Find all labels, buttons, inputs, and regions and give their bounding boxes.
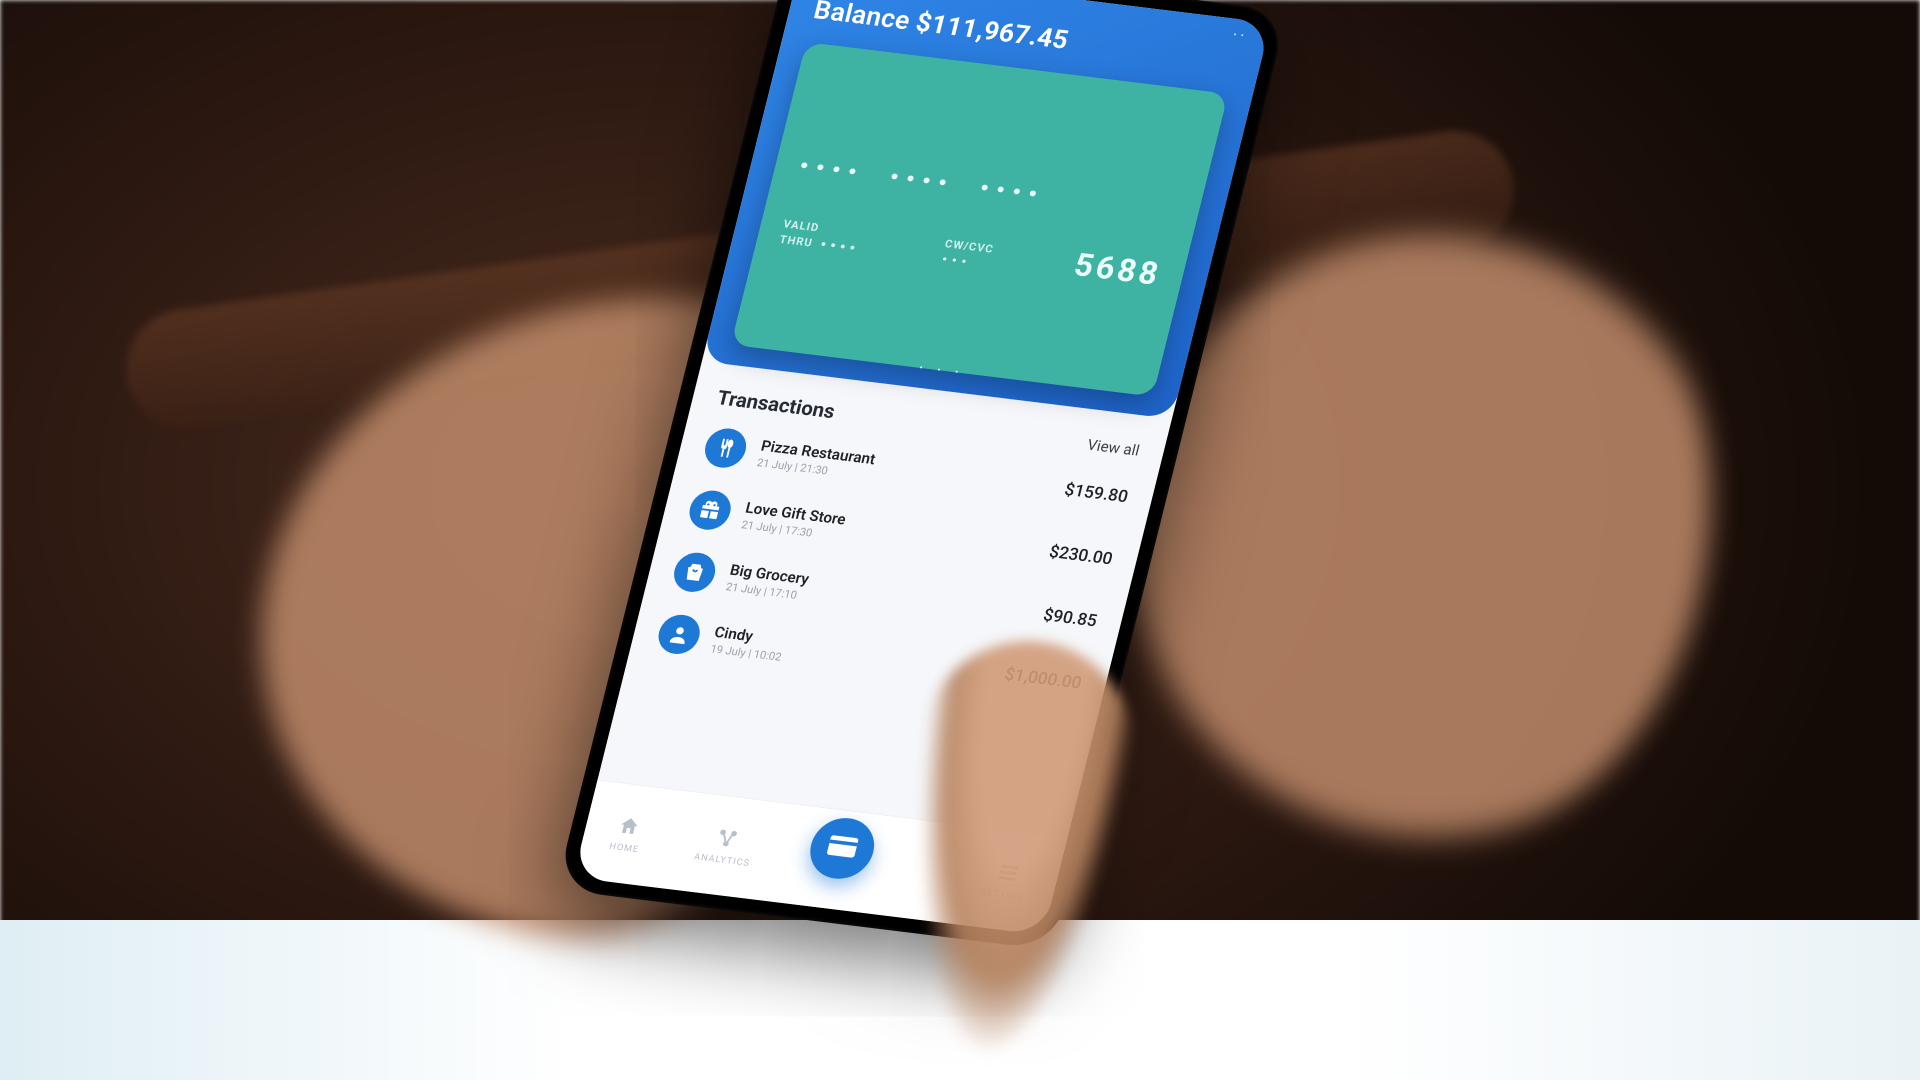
transaction-amount: $90.85: [1041, 605, 1099, 631]
credit-card[interactable]: •••• •••• •••• VALID THRU •••• CW/CVC ••…: [731, 42, 1228, 397]
transaction-amount: $1,000.00: [1003, 665, 1084, 694]
nav-home-label: HOME: [608, 841, 640, 854]
thru-value: ••••: [819, 238, 861, 255]
transaction-amount: $159.80: [1062, 480, 1130, 507]
valid-thru-block: VALID THRU ••••: [778, 217, 864, 257]
nav-analytics[interactable]: ANALYTICS: [693, 824, 758, 869]
card-icon: [824, 834, 860, 863]
card-num-group-2: ••••: [885, 164, 955, 195]
food-icon: [701, 426, 751, 470]
card-num-group-3: ••••: [976, 176, 1046, 207]
view-all-link[interactable]: View all: [1085, 436, 1141, 460]
transactions-section: Transactions View all Pizza Restaurant21…: [627, 361, 1172, 718]
card-last4: 5688: [1070, 246, 1165, 293]
nav-analytics-label: ANALYTICS: [693, 852, 751, 869]
thru-label: THRU: [778, 233, 814, 250]
nav-setting-label: SETTING: [980, 887, 1026, 902]
nav-setting[interactable]: SETTING: [980, 859, 1033, 902]
balance-label: Balance: [811, 0, 914, 36]
cvv-block: CW/CVC •••: [939, 236, 995, 272]
analytics-icon: [713, 826, 741, 853]
nav-card-fab[interactable]: [804, 815, 881, 883]
status-bar: • •: [1232, 31, 1246, 42]
gift-icon: [685, 488, 735, 532]
balance-amount: $111,967.45: [913, 8, 1072, 56]
balance-header: • • Balance $111,967.45 •••• •••• •••• V…: [702, 0, 1271, 419]
bag-icon: [670, 550, 720, 594]
transactions-list: Pizza Restaurant21 July | 21:30$159.80Lo…: [651, 415, 1135, 715]
foreground-band: [0, 920, 1920, 1080]
nav-home[interactable]: HOME: [608, 813, 647, 854]
card-number-row: •••• •••• ••••: [795, 153, 1179, 223]
home-icon: [615, 814, 643, 841]
transaction-amount: $230.00: [1047, 542, 1115, 569]
card-num-group-1: ••••: [795, 153, 865, 184]
settings-icon: [994, 860, 1022, 887]
person-icon: [654, 613, 704, 657]
